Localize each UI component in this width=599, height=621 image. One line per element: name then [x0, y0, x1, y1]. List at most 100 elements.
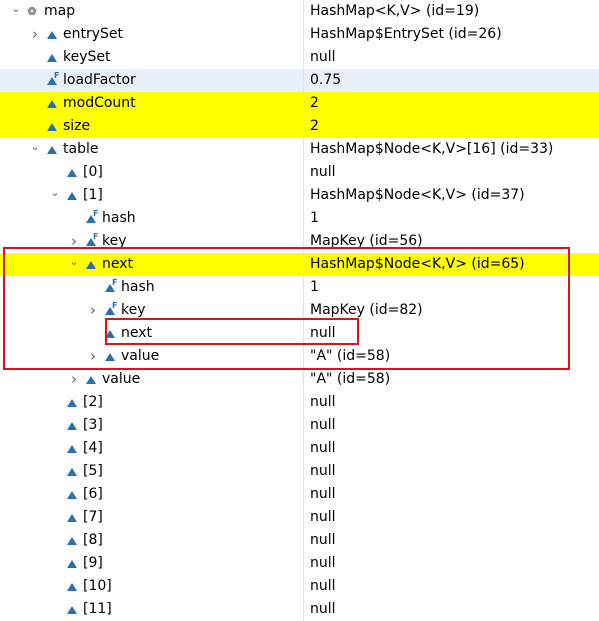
variable-value: "A" (id=58) — [310, 371, 391, 387]
variable-name-cell: keySet — [27, 46, 111, 69]
variable-value: null — [310, 440, 336, 456]
variable-name: value — [102, 371, 141, 387]
variable-name: [9] — [83, 555, 103, 571]
variable-name-cell: [8] — [47, 529, 103, 552]
variable-value: null — [310, 532, 336, 548]
variable-name: next — [121, 325, 153, 341]
variable-name-cell: [3] — [47, 414, 103, 437]
variable-row-6[interactable]: [6] null — [0, 483, 599, 506]
variable-name-cell: ⌄ [1] — [47, 181, 102, 207]
variable-value: null — [310, 463, 336, 479]
field-icon — [82, 368, 100, 391]
variable-row-next[interactable]: next null — [0, 322, 599, 345]
chevron-right-icon[interactable]: › — [85, 299, 101, 322]
variable-row-10[interactable]: [10] null — [0, 575, 599, 598]
variable-name-cell: modCount — [27, 92, 136, 115]
chevron-down-icon[interactable]: ⌄ — [27, 135, 43, 158]
field-icon — [82, 253, 100, 276]
variable-row-key[interactable]: › Fkey MapKey (id=56) — [0, 230, 599, 253]
variable-row-1[interactable]: ⌄ [1] HashMap$Node<K,V> (id=37) — [0, 184, 599, 207]
variable-row-key[interactable]: › Fkey MapKey (id=82) — [0, 299, 599, 322]
variable-row-2[interactable]: [2] null — [0, 391, 599, 414]
variable-name: [10] — [83, 578, 112, 594]
variable-value: null — [310, 325, 336, 341]
variable-row-0[interactable]: [0] null — [0, 161, 599, 184]
variable-value: "A" (id=58) — [310, 348, 391, 364]
variable-row-hash[interactable]: Fhash 1 — [0, 276, 599, 299]
variable-row-entryset[interactable]: › entrySet HashMap$EntrySet (id=26) — [0, 23, 599, 46]
field-icon — [63, 506, 81, 529]
field-icon — [43, 46, 61, 69]
chevron-right-icon[interactable]: › — [85, 345, 101, 368]
variable-value: null — [310, 555, 336, 571]
column-divider — [303, 230, 304, 253]
variable-row-4[interactable]: [4] null — [0, 437, 599, 460]
column-divider — [303, 0, 304, 23]
variable-row-7[interactable]: [7] null — [0, 506, 599, 529]
variable-name-cell: Fhash — [66, 207, 136, 230]
variable-value: null — [310, 394, 336, 410]
variable-value: MapKey (id=82) — [310, 302, 423, 318]
column-divider — [303, 69, 304, 92]
field-icon — [63, 460, 81, 483]
variable-name: [5] — [83, 463, 103, 479]
column-divider — [303, 345, 304, 368]
variable-row-11[interactable]: [11] null — [0, 598, 599, 621]
field-icon — [63, 437, 81, 460]
chevron-down-icon[interactable]: ⌄ — [8, 0, 24, 20]
variable-row-value[interactable]: › value "A" (id=58) — [0, 345, 599, 368]
variable-row-keyset[interactable]: keySet null — [0, 46, 599, 69]
chevron-down-icon[interactable]: ⌄ — [66, 250, 82, 273]
variable-row-9[interactable]: [9] null — [0, 552, 599, 575]
field-icon — [63, 184, 81, 207]
variable-row-5[interactable]: [5] null — [0, 460, 599, 483]
variable-name-cell: › value — [66, 368, 140, 391]
field-icon — [43, 138, 61, 161]
variable-name-cell: [11] — [47, 598, 112, 621]
variable-value: HashMap$EntrySet (id=26) — [310, 26, 502, 42]
variable-row-loadfactor[interactable]: FloadFactor 0.75 — [0, 69, 599, 92]
column-divider — [303, 138, 304, 161]
variable-name: [11] — [83, 601, 112, 617]
variable-value: null — [310, 601, 336, 617]
variable-name: [7] — [83, 509, 103, 525]
variable-name-cell: › value — [85, 345, 159, 368]
variable-value: 2 — [310, 118, 319, 134]
final-field-icon: F — [43, 69, 61, 92]
variable-value: 0.75 — [310, 72, 342, 88]
chevron-right-icon[interactable]: › — [27, 23, 43, 46]
variable-name: map — [44, 3, 76, 19]
variable-row-size[interactable]: size 2 — [0, 115, 599, 138]
variable-name-cell: [9] — [47, 552, 103, 575]
variable-row-table[interactable]: ⌄ table HashMap$Node<K,V>[16] (id=33) — [0, 138, 599, 161]
column-divider — [303, 253, 304, 276]
column-divider — [303, 46, 304, 69]
variable-name: hash — [121, 279, 155, 295]
variable-name-cell: ⌄ next — [66, 253, 133, 276]
variable-value: HashMap$Node<K,V>[16] (id=33) — [310, 141, 554, 157]
chevron-right-icon[interactable]: › — [66, 368, 82, 391]
variable-row-map[interactable]: ⌄ map HashMap<K,V> (id=19) — [0, 0, 599, 23]
variable-name: [2] — [83, 394, 103, 410]
variable-value: null — [310, 417, 336, 433]
variable-name-cell: Fhash — [85, 276, 155, 299]
variable-name: [3] — [83, 417, 103, 433]
variable-value: null — [310, 164, 336, 180]
column-divider — [303, 414, 304, 437]
column-divider — [303, 23, 304, 46]
variable-row-3[interactable]: [3] null — [0, 414, 599, 437]
variable-name-cell: › entrySet — [27, 23, 123, 46]
variable-name: key — [102, 233, 127, 249]
variable-row-8[interactable]: [8] null — [0, 529, 599, 552]
variable-row-modcount[interactable]: modCount 2 — [0, 92, 599, 115]
variable-value: HashMap<K,V> (id=19) — [310, 3, 480, 19]
column-divider — [303, 299, 304, 322]
variable-name-cell: next — [85, 322, 152, 345]
chevron-down-icon[interactable]: ⌄ — [47, 181, 63, 204]
variables-tree: ⌄ map HashMap<K,V> (id=19) › entrySet HashMap… — [0, 0, 599, 621]
variable-name-cell: [2] — [47, 391, 103, 414]
variable-row-hash[interactable]: Fhash 1 — [0, 207, 599, 230]
variable-row-value[interactable]: › value "A" (id=58) — [0, 368, 599, 391]
final-field-icon: F — [82, 207, 100, 230]
variable-row-next[interactable]: ⌄ next HashMap$Node<K,V> (id=65) — [0, 253, 599, 276]
